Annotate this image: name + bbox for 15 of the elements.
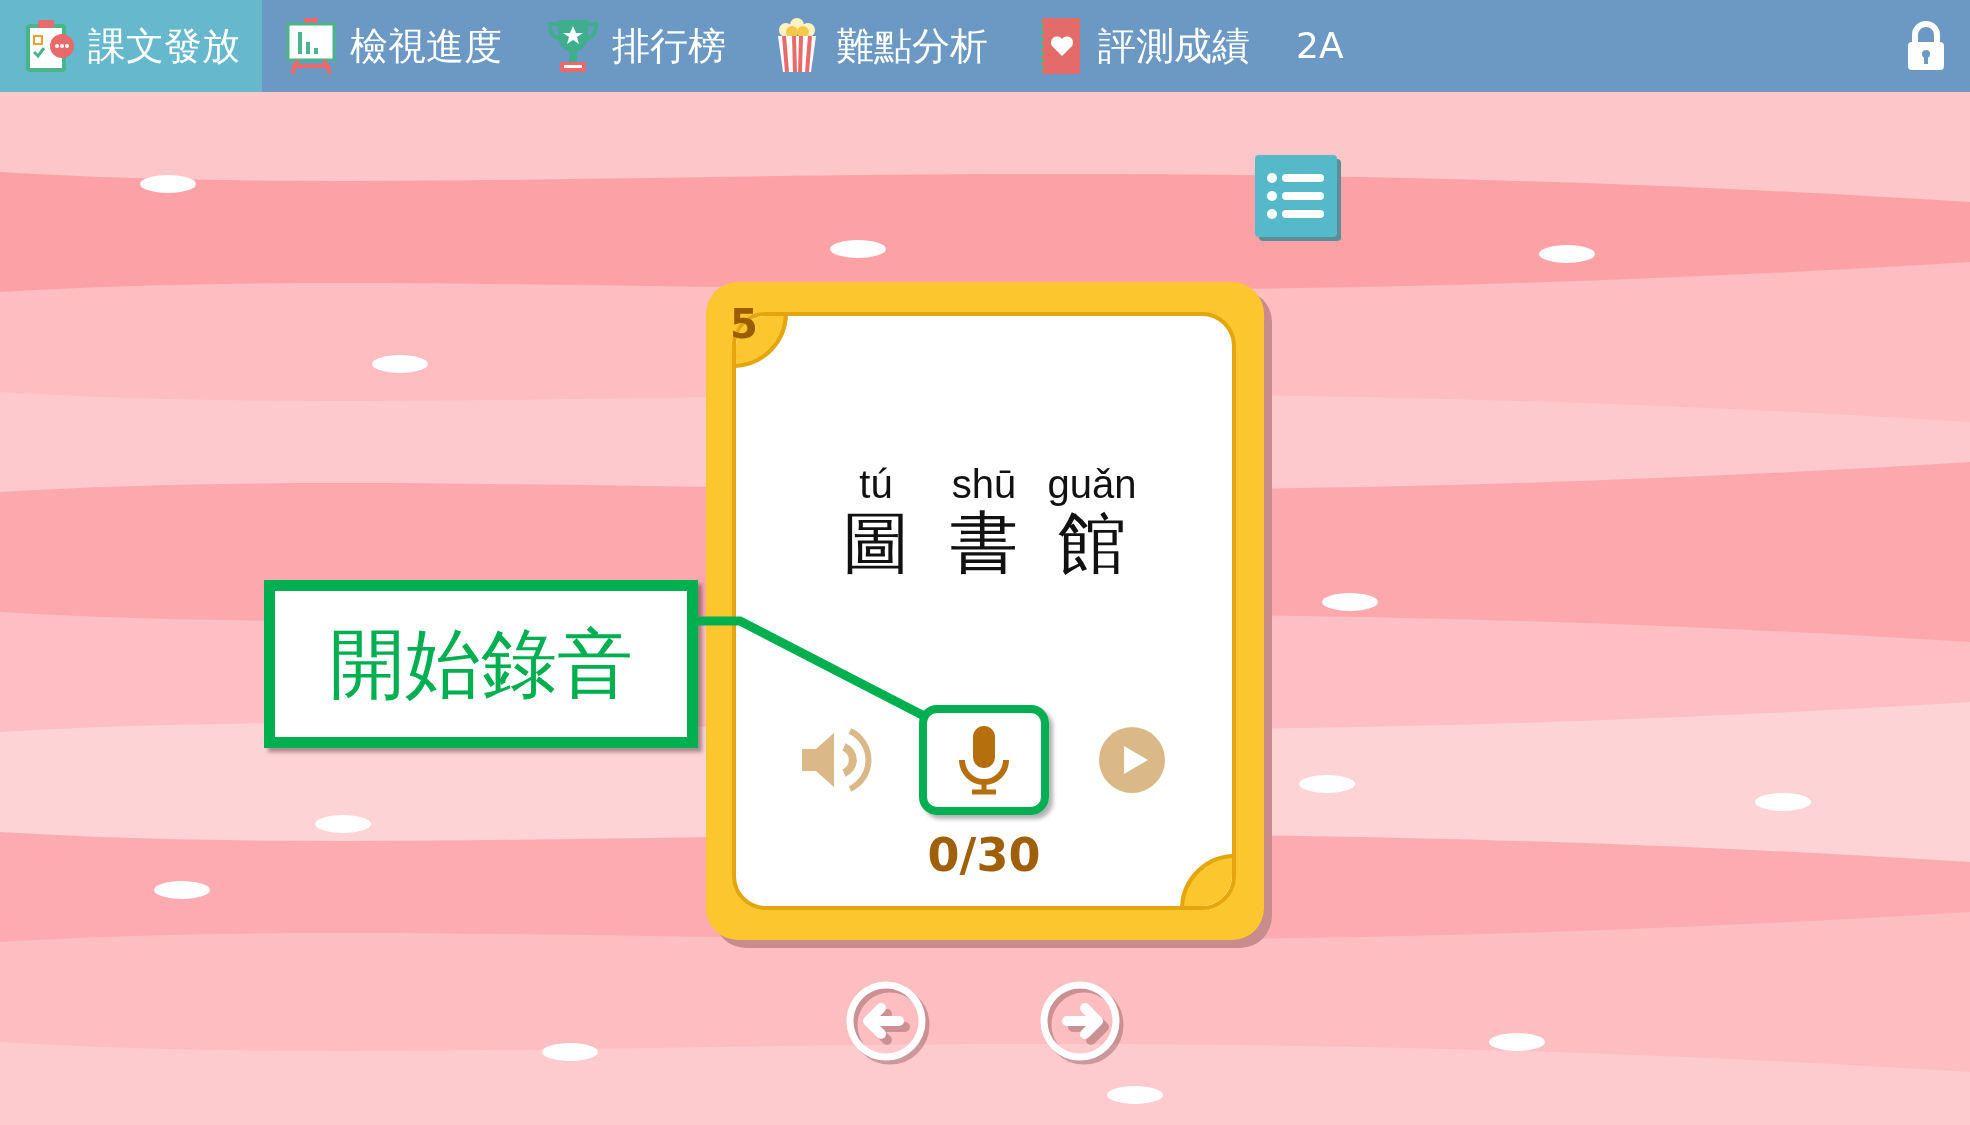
nav-tab[interactable]: 課文發放 bbox=[0, 0, 262, 92]
callout-text: 開始錄音 bbox=[329, 618, 633, 710]
record-count: 0/30 bbox=[927, 826, 1041, 884]
chinese-character: 書 bbox=[950, 506, 1018, 581]
nav-tab[interactable]: 檢視進度 bbox=[262, 0, 524, 92]
pinyin: tú bbox=[859, 462, 893, 506]
nav-tab[interactable]: 評測成績 bbox=[1010, 0, 1272, 92]
chinese-character: 館 bbox=[1058, 506, 1126, 581]
nav-tab[interactable]: 排行榜 bbox=[524, 0, 748, 92]
card-number: 5 bbox=[730, 300, 758, 349]
pinyin: shū bbox=[951, 462, 1017, 506]
class-label: 2A bbox=[1295, 24, 1345, 68]
chinese-character: 圖 bbox=[842, 506, 910, 581]
pinyin: guǎn bbox=[1047, 462, 1137, 506]
nav-tab[interactable]: 難點分析 bbox=[748, 0, 1010, 92]
